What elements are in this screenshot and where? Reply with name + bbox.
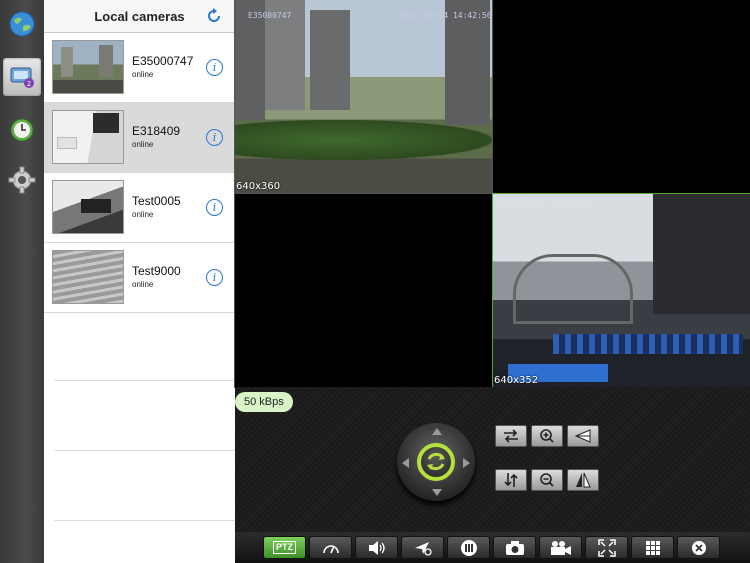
focus-near-button[interactable] bbox=[567, 425, 599, 447]
info-icon[interactable]: i bbox=[206, 199, 223, 216]
resolution-label: 640x360 bbox=[236, 181, 281, 192]
camera-list-icon[interactable]: 2 bbox=[3, 58, 41, 96]
zoom-in-icon bbox=[540, 429, 554, 443]
info-icon[interactable]: i bbox=[206, 269, 223, 286]
bottom-toolbar: PTZ bbox=[235, 532, 750, 563]
camera-status: online bbox=[132, 210, 154, 219]
speed-dial-icon bbox=[322, 544, 339, 553]
video-tile[interactable]: E35000747 2014-06-04 14:42:56 640x360 bbox=[234, 0, 493, 194]
flip-horizontal-button[interactable] bbox=[495, 425, 527, 447]
pause-record-icon bbox=[460, 539, 477, 556]
globe-icon[interactable] bbox=[3, 5, 41, 43]
auto-rotate-button[interactable] bbox=[417, 443, 455, 481]
flip-vertical-button[interactable] bbox=[495, 469, 527, 491]
zoom-out-icon bbox=[540, 473, 554, 487]
camera-list-panel: Local cameras E35000747 online i E318409… bbox=[44, 0, 235, 563]
pan-right-icon[interactable] bbox=[463, 458, 470, 468]
ptz-dpad[interactable] bbox=[397, 423, 475, 501]
triangle-left-icon bbox=[574, 429, 591, 443]
camera-name: Test0005 bbox=[132, 194, 181, 208]
record-button[interactable] bbox=[447, 536, 490, 559]
camera-name: E35000747 bbox=[132, 54, 194, 68]
camera-thumbnail bbox=[52, 180, 124, 234]
mirror-button[interactable] bbox=[567, 469, 599, 491]
ptz-control-panel: 50 kBps bbox=[235, 387, 750, 532]
osd-camera-id: E35000747 bbox=[248, 11, 292, 20]
divider bbox=[54, 520, 235, 521]
send-settings-icon bbox=[414, 541, 432, 556]
info-icon[interactable]: i bbox=[206, 59, 223, 76]
camera-thumbnail bbox=[52, 250, 124, 304]
resolution-label: 640x352 bbox=[494, 375, 539, 386]
ptz-button[interactable]: PTZ bbox=[263, 536, 306, 559]
swap-horizontal-icon bbox=[504, 429, 518, 443]
video-tile[interactable] bbox=[492, 0, 750, 194]
bitrate-badge: 50 kBps bbox=[235, 392, 293, 412]
refresh-icon bbox=[427, 452, 445, 471]
gear-icon[interactable] bbox=[3, 161, 41, 199]
refresh-icon[interactable] bbox=[205, 7, 223, 25]
camera-name: Test9000 bbox=[132, 264, 181, 278]
pan-left-icon[interactable] bbox=[402, 458, 409, 468]
svg-text:2: 2 bbox=[27, 80, 31, 88]
camera-thumbnail bbox=[52, 40, 124, 94]
camera-row[interactable]: E35000747 online i bbox=[44, 33, 235, 103]
mirror-icon bbox=[576, 472, 591, 488]
fullscreen-icon bbox=[597, 538, 616, 557]
speaker-icon bbox=[368, 540, 385, 555]
layout-button[interactable] bbox=[631, 536, 674, 559]
divider bbox=[54, 380, 235, 381]
camera-row[interactable]: Test9000 online i bbox=[44, 243, 235, 313]
camera-status: online bbox=[132, 280, 154, 289]
video-camera-icon bbox=[550, 540, 571, 555]
camera-name: E318409 bbox=[132, 124, 181, 138]
swap-vertical-icon bbox=[504, 473, 518, 487]
fullscreen-button[interactable] bbox=[585, 536, 628, 559]
close-icon bbox=[691, 540, 706, 555]
video-record-button[interactable] bbox=[539, 536, 582, 559]
close-button[interactable] bbox=[677, 536, 720, 559]
snapshot-button[interactable] bbox=[493, 536, 536, 559]
speed-button[interactable] bbox=[309, 536, 352, 559]
camera-row[interactable]: E318409 online i bbox=[44, 103, 235, 173]
camera-status: online bbox=[132, 140, 154, 149]
osd-timestamp: 2014-06-04 14:46:28 bbox=[496, 198, 588, 207]
audio-button[interactable] bbox=[355, 536, 398, 559]
list-header: Local cameras bbox=[44, 0, 235, 33]
video-tile[interactable] bbox=[234, 193, 493, 388]
divider bbox=[54, 450, 235, 451]
camera-thumbnail bbox=[52, 110, 124, 164]
zoom-out-button[interactable] bbox=[531, 469, 563, 491]
pan-up-icon[interactable] bbox=[432, 428, 442, 435]
icon-rail: 2 bbox=[0, 0, 44, 563]
info-icon[interactable]: i bbox=[206, 129, 223, 146]
video-tile-selected[interactable]: 2014-06-04 14:46:28 640x352 bbox=[492, 193, 750, 388]
camera-row[interactable]: Test0005 online i bbox=[44, 173, 235, 243]
ptz-label: PTZ bbox=[273, 541, 296, 554]
camera-snapshot-icon bbox=[505, 540, 524, 555]
talk-settings-button[interactable] bbox=[401, 536, 444, 559]
camera-status: online bbox=[132, 70, 154, 79]
osd-timestamp: 2014-06-04 14:42:56 bbox=[400, 11, 492, 20]
grid-layout-icon bbox=[645, 540, 660, 555]
zoom-in-button[interactable] bbox=[531, 425, 563, 447]
pan-down-icon[interactable] bbox=[432, 489, 442, 496]
alarm-clock-icon[interactable] bbox=[3, 110, 41, 148]
